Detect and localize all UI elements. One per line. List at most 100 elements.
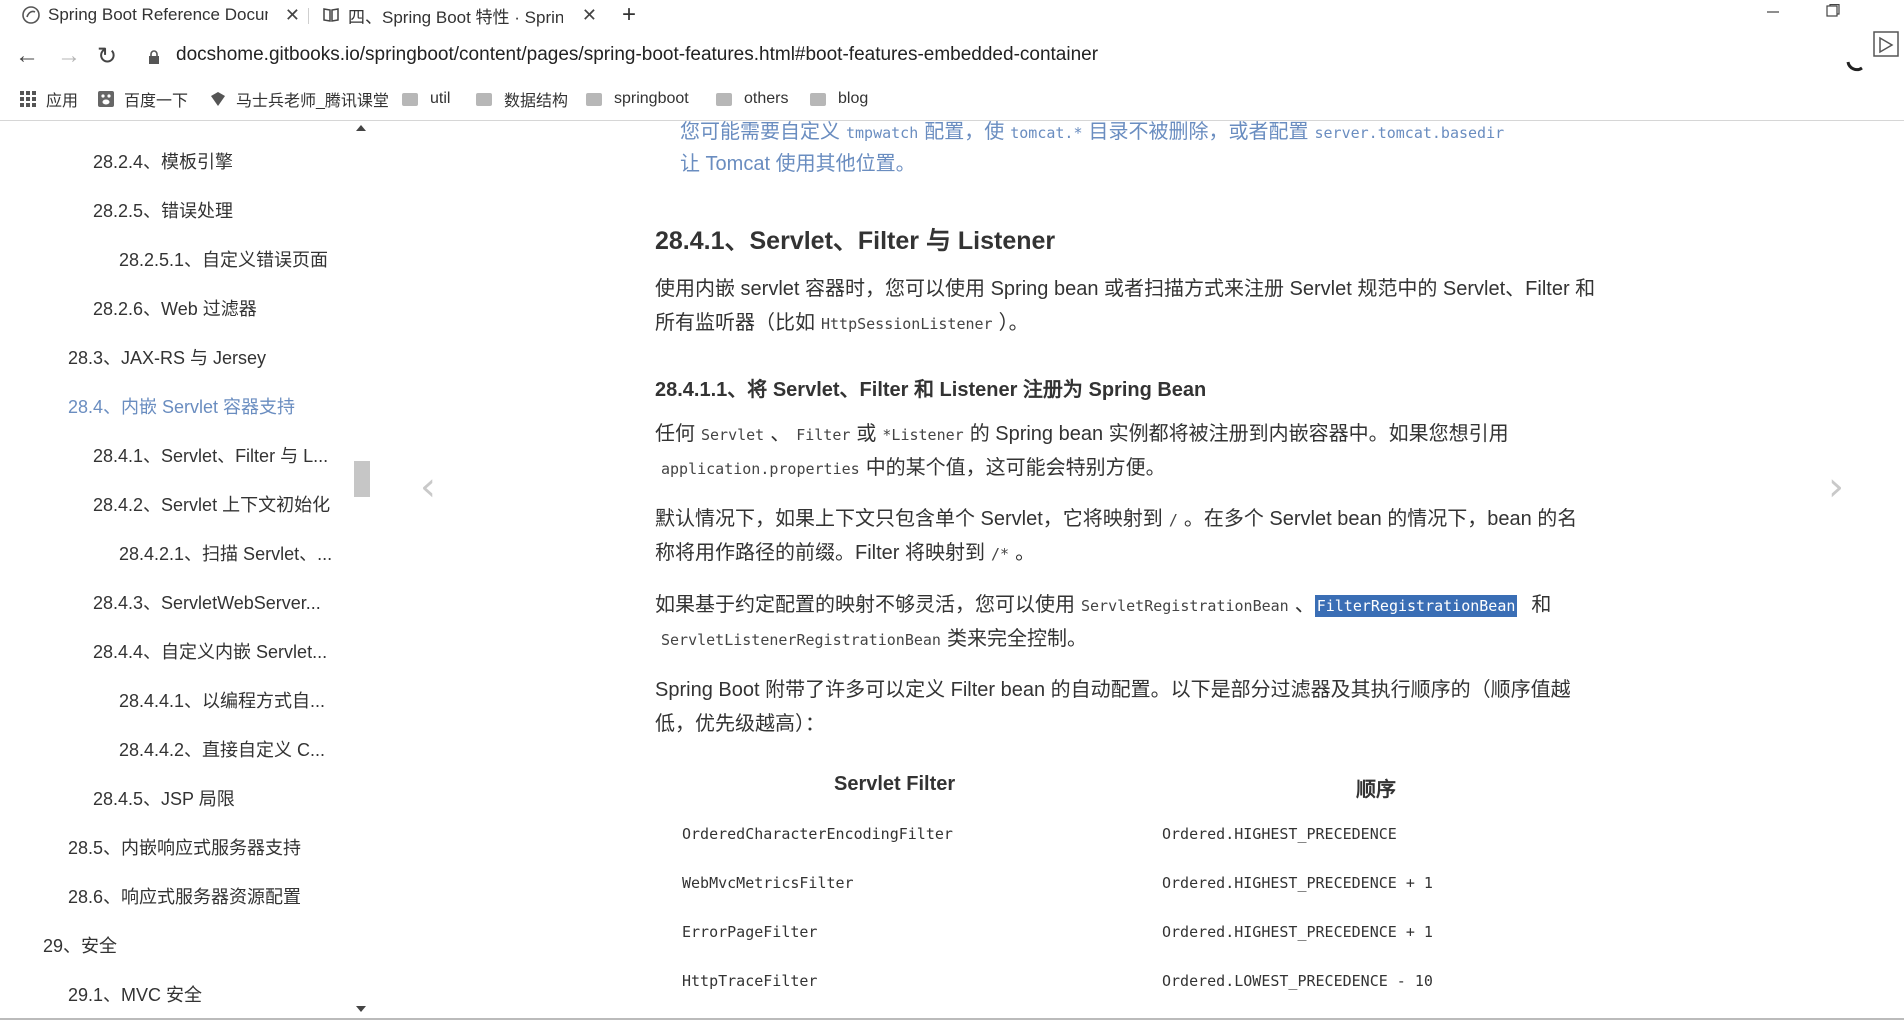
toc-item[interactable]: 28.2.5.1、自定义错误页面 [119, 246, 328, 272]
para2-line-2: 称将用作路径的前缀。Filter 将映射到 /* 。 [655, 536, 1035, 571]
toc-item[interactable]: 28.4.4、自定义内嵌 Servlet... [93, 638, 327, 664]
inline-code: ServletRegistrationBean [1081, 597, 1289, 615]
inline-code: *Listener [882, 426, 964, 444]
paragraph-text: ）。 [998, 312, 1029, 334]
inline-code: / [1168, 511, 1178, 529]
para3-line-2: ServletListenerRegistrationBean 类来完全控制。 [655, 622, 1087, 657]
reload-button[interactable]: ↻ [92, 42, 122, 71]
maximize-icon[interactable] [1826, 2, 1840, 23]
section-heading: 28.4.1、Servlet、Filter 与 Listener [655, 227, 1056, 255]
bookmark-label: others [744, 90, 789, 107]
bookmark-label: 马士兵老师_腾讯课堂 [236, 93, 389, 110]
table-cell-order: Ordered.HIGHEST_PRECEDENCE + 1 [1162, 923, 1433, 941]
table-header-filter: Servlet Filter [834, 773, 956, 795]
paragraph-text: 的 Spring bean 实例都将被注册到内嵌容器中。如果您想引用 [969, 423, 1509, 445]
toc-item[interactable]: 28.2.6、Web 过滤器 [93, 295, 257, 321]
selected-inline-code[interactable]: FilterRegistrationBean [1314, 595, 1518, 617]
toc-item[interactable]: 28.4.3、ServletWebServer... [93, 589, 321, 615]
table-cell-order: Ordered.HIGHEST_PRECEDENCE + 1 [1162, 874, 1433, 892]
scroll-down-arrow-icon[interactable] [356, 1006, 366, 1012]
bookmark-label: 百度一下 [124, 93, 189, 110]
inline-code: tmpwatch [846, 124, 919, 142]
folder-icon [402, 92, 418, 106]
toc-item[interactable]: 28.5、内嵌响应式服务器支持 [68, 834, 301, 860]
toc-item[interactable]: 28.4.4.1、以编程方式自... [119, 687, 325, 713]
toc-item[interactable]: 28.3、JAX-RS 与 Jersey [68, 344, 266, 370]
bookmark-folder-blog[interactable]: blog [810, 84, 868, 114]
para4-line-1: Spring Boot 附带了许多可以定义 Filter bean 的自动配置。… [655, 679, 1571, 701]
table-cell-filter: WebMvcMetricsFilter [682, 874, 854, 892]
paragraph-text: 、 [1294, 594, 1315, 616]
bookmark-label: 应用 [46, 93, 79, 110]
toc-item[interactable]: 28.4.2、Servlet 上下文初始化 [93, 491, 330, 517]
scroll-up-arrow-icon[interactable] [356, 125, 366, 131]
book-icon [322, 6, 340, 24]
bookmark-folder-others[interactable]: others [716, 84, 788, 114]
toc-item[interactable]: 28.4.1、Servlet、Filter 与 L... [93, 442, 328, 468]
bookmark-folder-data-structures[interactable]: 数据结构 [476, 84, 568, 114]
toc-item[interactable]: 28.6、响应式服务器资源配置 [68, 883, 301, 909]
back-button[interactable]: ← [12, 42, 42, 70]
toc-item[interactable]: 28.4.4.2、直接自定义 C... [119, 736, 325, 762]
toc-item[interactable]: 28.2.5、错误处理 [93, 197, 233, 223]
inline-code: Servlet [701, 426, 765, 444]
toc-item[interactable]: 29.1、MVC 安全 [68, 981, 202, 1007]
forward-button[interactable]: → [54, 42, 84, 70]
para1-line-1: 任何 Servlet 、 Filter 或 *Listener 的 Spring bean … [655, 417, 1509, 452]
previous-page-arrow-icon[interactable]: ‹ [420, 464, 436, 510]
note-text: 目录不被删除，或者配置 [1088, 121, 1309, 143]
bookmark-apps[interactable]: 应用 [20, 84, 78, 114]
tab-spring-boot-features[interactable]: 四、Spring Boot 特性 · Spring ✕ [322, 0, 597, 30]
toc-item[interactable]: 28.4.2.1、扫描 Servlet、... [119, 540, 332, 566]
baidu-paw-icon [98, 91, 114, 107]
para1-line-2: application.properties 中的某个值，这可能会特别方便。 [655, 451, 1166, 486]
next-page-arrow-icon[interactable]: › [1828, 464, 1844, 510]
tab-close-icon[interactable]: ✕ [582, 5, 597, 26]
tab-title: 四、Spring Boot 特性 · Spring [348, 7, 563, 27]
note-text: 您可能需要自定义 [680, 121, 840, 143]
tab-title: Spring Boot Reference Docum [48, 5, 268, 24]
bookmark-label: util [430, 90, 451, 107]
toc-item[interactable]: 28.2.4、模板引擎 [93, 148, 233, 174]
profile-icon[interactable] [1872, 30, 1899, 57]
tab-divider [308, 8, 309, 24]
extension-icon[interactable] [1844, 46, 1870, 72]
bookmark-tencent-classroom[interactable]: 马士兵老师_腾讯课堂 [210, 84, 389, 114]
toc-item[interactable]: 28.4.5、JSP 局限 [93, 785, 235, 811]
bookmark-folder-util[interactable]: util [402, 84, 450, 114]
toc-item-active[interactable]: 28.4、内嵌 Servlet 容器支持 [68, 393, 295, 419]
address-bar[interactable]: docshome.gitbooks.io/springboot/content/… [148, 44, 1098, 66]
paragraph-text: 。在多个 Servlet bean 的情况下，bean 的名 [1183, 508, 1578, 530]
bookmark-label: blog [838, 90, 869, 107]
tab-strip: Spring Boot Reference Docum ✕ 四、Spring B… [0, 0, 1904, 30]
folder-icon [716, 92, 732, 106]
inline-code: Filter [796, 426, 851, 444]
inline-code: HttpSessionListener [821, 315, 993, 333]
tab-spring-boot-reference[interactable]: Spring Boot Reference Docum ✕ [22, 0, 300, 30]
paragraph-text: 。 [1015, 542, 1036, 564]
paragraph-text: 默认情况下，如果上下文只包含单个 Servlet，它将映射到 [655, 508, 1163, 530]
table-header-order: 顺序 [1356, 779, 1396, 801]
inline-code: application.properties [661, 460, 860, 478]
para4-line-2: 低，优先级越高）： [655, 713, 825, 735]
url-text: docshome.gitbooks.io/springboot/content/… [176, 44, 1099, 65]
paragraph-text: 称将用作路径的前缀。Filter 将映射到 [655, 542, 985, 564]
para3-line-1: 如果基于约定配置的映射不够灵活，您可以使用 ServletRegistration… [655, 588, 1551, 623]
new-tab-button[interactable]: + [622, 0, 636, 30]
table-cell-order: Ordered.HIGHEST_PRECEDENCE [1162, 825, 1397, 843]
lock-icon [148, 48, 160, 64]
minimize-icon[interactable] [1766, 0, 1780, 21]
table-cell-filter: HttpTraceFilter [682, 972, 818, 990]
toc-item[interactable]: 29、安全 [43, 932, 117, 958]
folder-icon [476, 92, 492, 106]
table-cell-order: Ordered.LOWEST_PRECEDENCE - 10 [1162, 972, 1433, 990]
tab-close-icon[interactable]: ✕ [285, 5, 300, 26]
toc-sidebar: 28.2.4、模板引擎 28.2.5、错误处理 28.2.5.1、自定义错误页面… [0, 121, 372, 1024]
bookmark-label: 数据结构 [504, 93, 569, 110]
page-content: 您可能需要自定义 tmpwatch 配置，使 tomcat.* 目录不被删除，或者配置 s… [372, 121, 1904, 1024]
bookmarks-bar: 应用 百度一下 马士兵老师_腾讯课堂 util 数据结构 springboot … [0, 84, 1904, 114]
bookmark-baidu[interactable]: 百度一下 [98, 84, 188, 114]
bookmark-folder-springboot[interactable]: springboot [586, 84, 689, 114]
sidebar-scrollbar-thumb[interactable] [354, 461, 370, 497]
folder-icon [810, 92, 826, 106]
